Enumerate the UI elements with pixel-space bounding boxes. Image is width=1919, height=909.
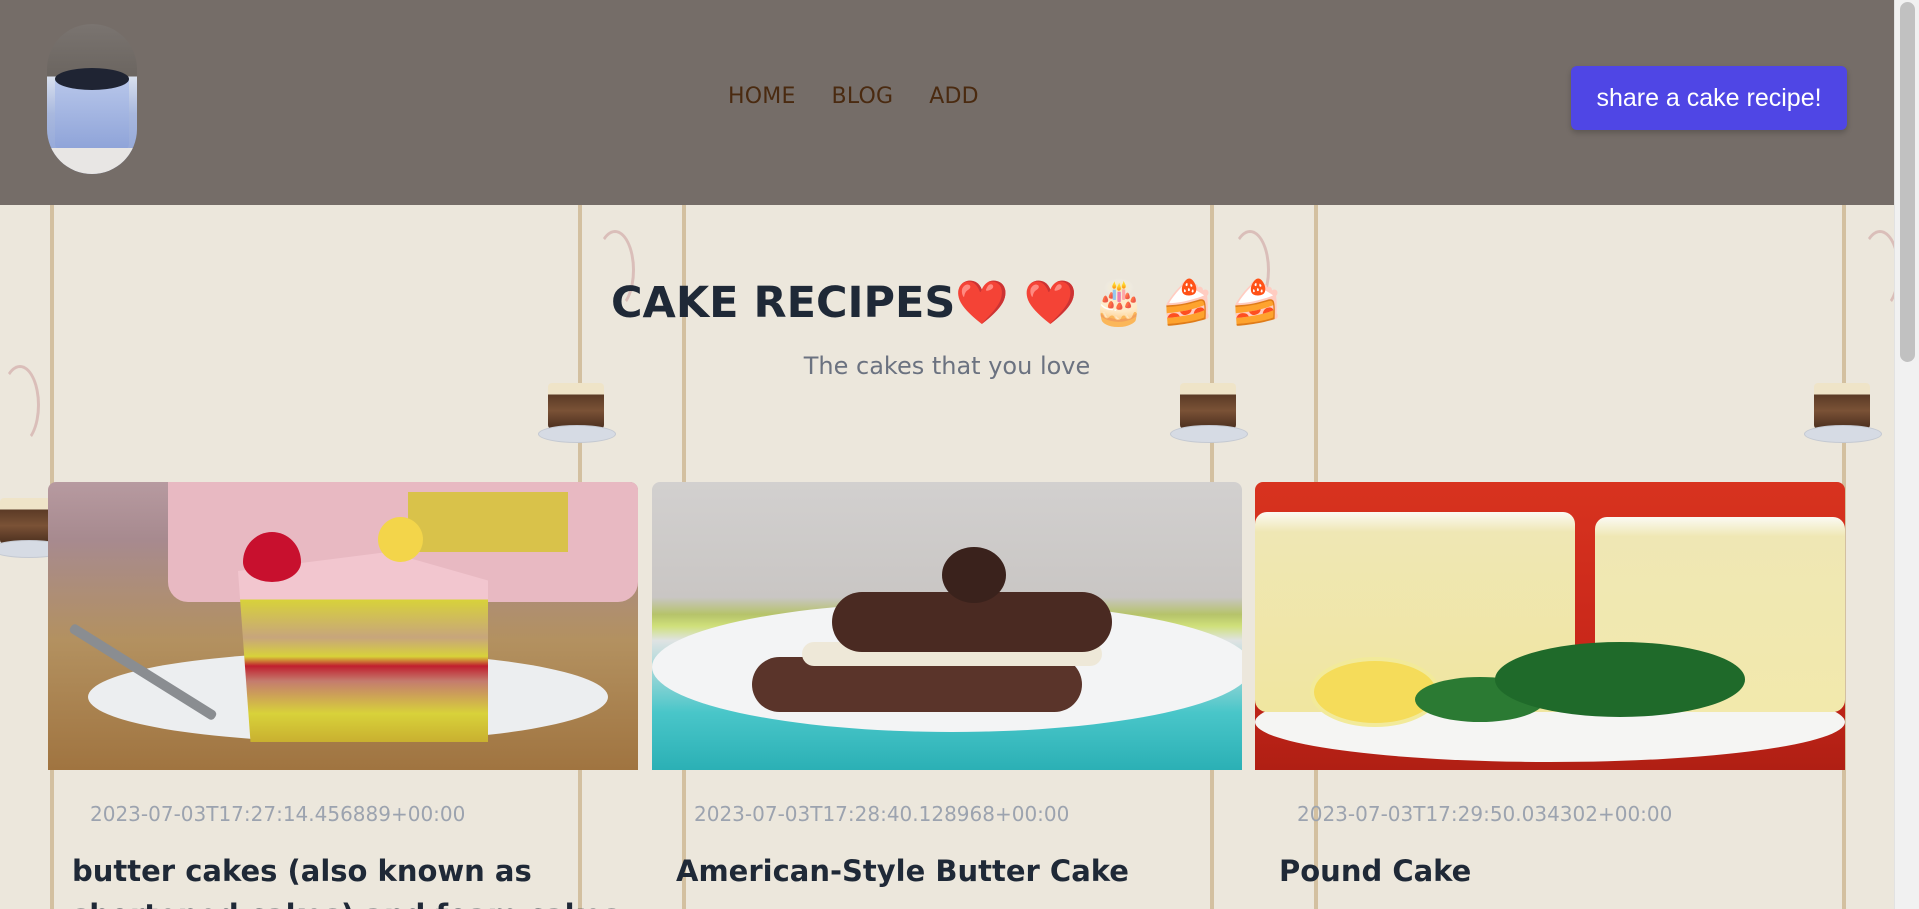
- recipe-image[interactable]: [48, 482, 638, 770]
- main-nav: HOME BLOG ADD: [728, 84, 979, 109]
- site-header: HOME BLOG ADD share a cake recipe!: [0, 0, 1894, 205]
- share-recipe-button[interactable]: share a cake recipe!: [1571, 66, 1847, 130]
- decorative-cake-icon: [538, 375, 616, 445]
- decorative-cake-icon: [1170, 375, 1248, 445]
- recipe-image[interactable]: [1255, 482, 1845, 770]
- vertical-scrollbar[interactable]: [1894, 0, 1919, 909]
- recipe-title[interactable]: butter cakes (also known as shortened ca…: [72, 850, 632, 909]
- decorative-cake-icon: [1804, 375, 1882, 445]
- recipe-card[interactable]: 2023-07-03T17:29:50.034302+00:00 Pound C…: [1255, 482, 1845, 909]
- recipe-date: 2023-07-03T17:27:14.456889+00:00: [90, 802, 466, 826]
- logo[interactable]: [47, 24, 137, 174]
- page-subtitle: The cakes that you love: [803, 352, 1091, 380]
- page-title: CAKE RECIPES❤️ ❤️ 🎂 🍰 🍰: [611, 278, 1283, 328]
- recipe-title[interactable]: Pound Cake: [1279, 850, 1839, 894]
- nav-home-link[interactable]: HOME: [728, 84, 796, 109]
- recipe-title[interactable]: American-Style Butter Cake: [676, 850, 1236, 894]
- recipe-card[interactable]: 2023-07-03T17:28:40.128968+00:00 America…: [652, 482, 1242, 909]
- recipe-card[interactable]: 2023-07-03T17:27:14.456889+00:00 butter …: [48, 482, 638, 909]
- recipe-date: 2023-07-03T17:29:50.034302+00:00: [1297, 802, 1673, 826]
- recipe-date: 2023-07-03T17:28:40.128968+00:00: [694, 802, 1070, 826]
- scrollbar-thumb[interactable]: [1900, 2, 1915, 362]
- recipe-image[interactable]: [652, 482, 1242, 770]
- nav-add-link[interactable]: ADD: [929, 84, 979, 109]
- nav-blog-link[interactable]: BLOG: [832, 84, 894, 109]
